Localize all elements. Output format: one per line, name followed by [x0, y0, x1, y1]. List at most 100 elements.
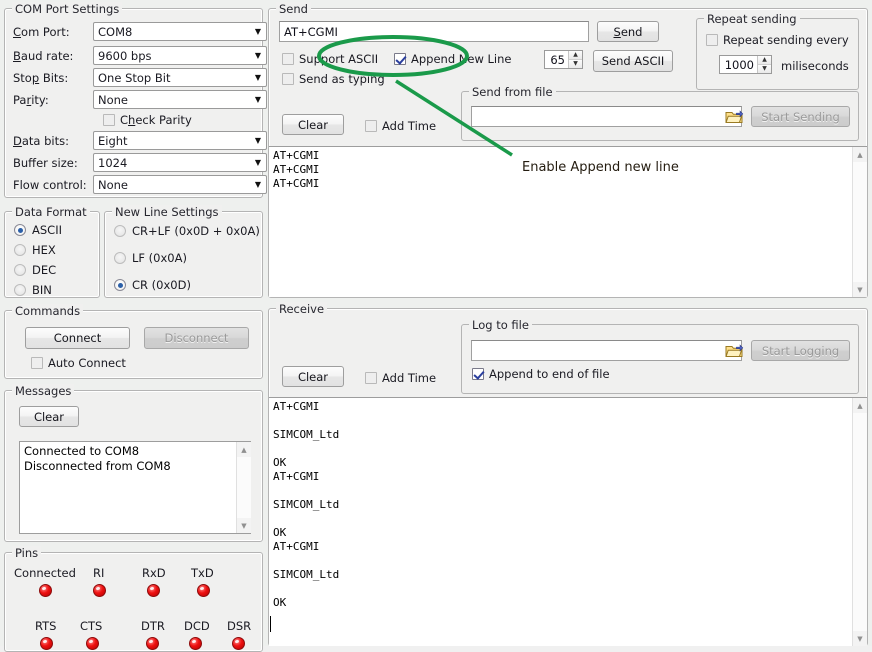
radio-data-format-hex[interactable]: HEX — [14, 243, 56, 257]
connect-button-label: Connect — [54, 331, 102, 345]
radio-data-format-ascii[interactable]: ASCII — [14, 223, 62, 237]
receive-log[interactable]: AT+CGMI SIMCOM_Ltd OK AT+CGMI SIMCOM_Ltd… — [269, 397, 867, 646]
radio-label: LF (0x0A) — [132, 251, 187, 265]
commands-title: Commands — [12, 304, 83, 318]
scroll-track[interactable] — [853, 162, 867, 282]
scroll-up-icon[interactable]: ▲ — [237, 442, 251, 457]
pin-led-rts — [40, 637, 53, 650]
support-ascii-checkbox[interactable]: Support ASCII — [282, 52, 378, 66]
radio-data-format-dec[interactable]: DEC — [14, 263, 56, 277]
repeat-unit-label: miliseconds — [781, 59, 849, 73]
flow-control-select[interactable]: None ▼ — [93, 175, 267, 194]
radio-newline-lf[interactable]: LF (0x0A) — [114, 251, 187, 265]
baud-rate-select[interactable]: 9600 bps ▼ — [93, 46, 267, 65]
send-group: Send AT+CGMI Send Support ASCII Append N… — [268, 8, 868, 298]
stop-bits-select[interactable]: One Stop Bit ▼ — [93, 68, 267, 87]
scroll-down-icon[interactable]: ▼ — [853, 631, 867, 646]
pin-label-rxd: RxD — [142, 566, 166, 580]
log-file-path-input[interactable] — [471, 340, 742, 361]
pin-label-txd: TxD — [191, 566, 214, 580]
radio-dot — [14, 244, 26, 256]
send-ascii-button[interactable]: Send ASCII — [593, 50, 673, 72]
pin-led-connected — [39, 584, 52, 597]
ascii-code-spinner[interactable]: 65 ▲ ▼ — [544, 50, 583, 69]
radio-data-format-bin[interactable]: BIN — [14, 283, 52, 297]
scroll-track[interactable] — [853, 413, 867, 631]
radio-label: HEX — [32, 243, 56, 257]
radio-newline-cr[interactable]: CR (0x0D) — [114, 278, 191, 292]
append-to-end-checkbox[interactable]: Append to end of file — [472, 367, 610, 381]
repeat-sending-group: Repeat sending Repeat sending every 1000… — [696, 18, 859, 90]
chevron-down-icon: ▼ — [250, 181, 266, 189]
send-as-typing-checkbox[interactable]: Send as typing — [282, 72, 385, 86]
messages-list[interactable]: Connected to COM8Disconnected from COM8 — [19, 441, 251, 534]
scroll-down-icon[interactable]: ▼ — [853, 282, 867, 297]
spinner-up-icon[interactable]: ▲ — [569, 51, 582, 60]
append-new-line-checkbox[interactable]: Append New Line — [394, 52, 512, 66]
connect-button[interactable]: Connect — [25, 327, 130, 349]
scroll-up-icon[interactable]: ▲ — [853, 147, 867, 162]
messages-clear-button[interactable]: Clear — [19, 406, 79, 427]
buffer-size-select[interactable]: 1024 ▼ — [93, 153, 267, 172]
pin-label-dcd: DCD — [184, 619, 210, 633]
repeat-sending-title: Repeat sending — [704, 12, 800, 26]
send-file-path-input[interactable] — [471, 106, 742, 127]
disconnect-button[interactable]: Disconnect — [144, 327, 249, 349]
start-sending-label: Start Sending — [761, 110, 840, 124]
messages-line-2: Disconnected from COM8 — [24, 459, 171, 473]
receive-log-scrollbar[interactable]: ▲ ▼ — [852, 398, 867, 646]
pin-label-ri: RI — [93, 566, 104, 580]
start-logging-button[interactable]: Start Logging — [751, 340, 850, 361]
send-clear-label: Clear — [298, 118, 328, 132]
chevron-down-icon: ▼ — [250, 28, 266, 36]
folder-open-icon[interactable] — [725, 343, 744, 359]
messages-scrollbar[interactable]: ▲ ▼ — [236, 442, 251, 533]
com-port-select[interactable]: COM8 ▼ — [93, 22, 267, 41]
disconnect-button-label: Disconnect — [165, 331, 229, 345]
send-add-time-checkbox[interactable]: Add Time — [365, 119, 436, 133]
ascii-code-value: 65 — [545, 51, 568, 68]
radio-label: CR (0x0D) — [132, 278, 191, 292]
start-sending-button[interactable]: Start Sending — [751, 106, 850, 127]
spinner-up-icon[interactable]: ▲ — [758, 56, 771, 65]
data-format-title: Data Format — [12, 205, 90, 219]
scroll-up-icon[interactable]: ▲ — [853, 398, 867, 413]
radio-label: BIN — [32, 283, 52, 297]
send-log-scrollbar[interactable]: ▲ ▼ — [852, 147, 867, 297]
receive-add-time-checkbox[interactable]: Add Time — [365, 371, 436, 385]
support-ascii-label: Support ASCII — [299, 52, 378, 66]
auto-connect-label: Auto Connect — [48, 356, 126, 370]
radio-label: CR+LF (0x0D + 0x0A) — [132, 224, 260, 238]
radio-dot — [14, 284, 26, 296]
send-button[interactable]: Send — [597, 21, 659, 42]
auto-connect-checkbox[interactable]: Auto Connect — [31, 356, 126, 370]
folder-open-icon[interactable] — [725, 109, 744, 125]
send-clear-button[interactable]: Clear — [282, 114, 344, 135]
repeat-sending-checkbox[interactable]: Repeat sending every — [706, 33, 849, 47]
scroll-down-icon[interactable]: ▼ — [237, 518, 251, 533]
data-bits-select[interactable]: Eight ▼ — [93, 131, 267, 150]
receive-clear-button[interactable]: Clear — [282, 366, 344, 387]
send-ascii-label: Send ASCII — [602, 54, 665, 68]
spinner-buttons[interactable]: ▲ ▼ — [568, 51, 582, 68]
repeat-interval-spinner[interactable]: 1000 ▲ ▼ — [719, 55, 772, 74]
parity-select[interactable]: None ▼ — [93, 90, 267, 109]
chevron-down-icon: ▼ — [250, 96, 266, 104]
radio-label: ASCII — [32, 223, 62, 237]
send-command-input[interactable]: AT+CGMI — [279, 21, 589, 42]
receive-add-time-label: Add Time — [382, 371, 436, 385]
radio-newline-crlf[interactable]: CR+LF (0x0D + 0x0A) — [114, 224, 260, 238]
spinner-down-icon[interactable]: ▼ — [569, 60, 582, 68]
new-line-settings-title: New Line Settings — [112, 205, 222, 219]
spinner-buttons[interactable]: ▲ ▼ — [757, 56, 771, 73]
receive-clear-label: Clear — [298, 370, 328, 384]
spinner-down-icon[interactable]: ▼ — [758, 65, 771, 73]
chevron-down-icon: ▼ — [250, 159, 266, 167]
pin-led-ri — [93, 584, 106, 597]
pin-led-txd — [197, 584, 210, 597]
annotation-text: Enable Append new line — [522, 160, 679, 175]
send-command-value: AT+CGMI — [284, 25, 338, 39]
scroll-track[interactable] — [237, 457, 251, 518]
check-parity-checkbox[interactable]: Check Parity — [103, 113, 192, 127]
messages-title: Messages — [12, 384, 74, 398]
